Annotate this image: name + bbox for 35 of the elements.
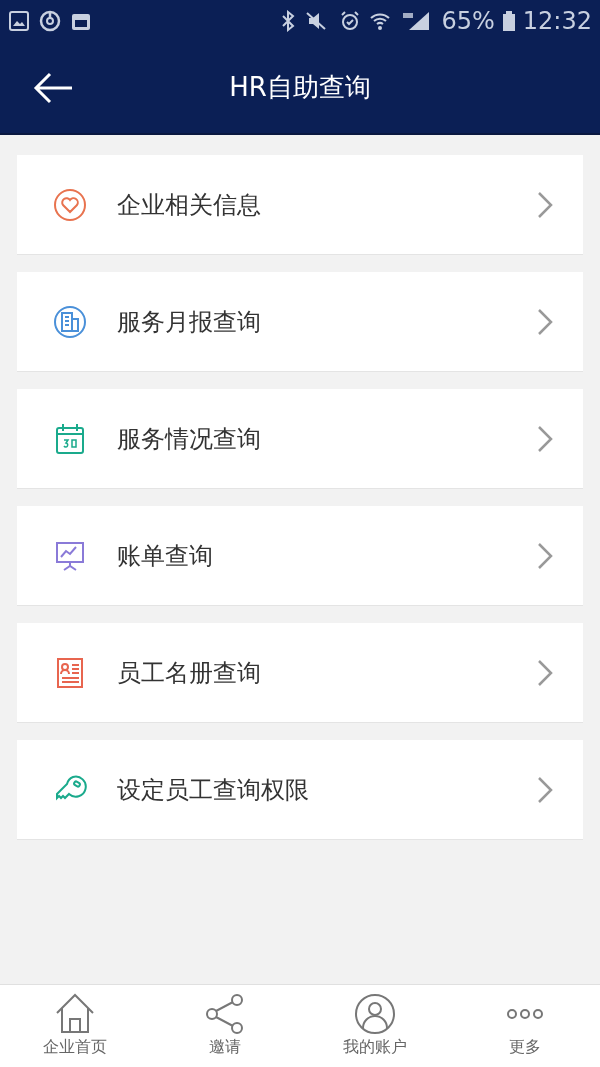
- menu-label: 设定员工查询权限: [117, 774, 310, 806]
- share-icon: [204, 993, 246, 1035]
- menu-item[interactable]: 设定员工查询权限: [17, 740, 583, 840]
- wifi-icon: [369, 10, 392, 32]
- menu-label: 账单查询: [117, 540, 214, 572]
- menu-item[interactable]: 服务情况查询: [17, 389, 583, 489]
- user-icon: [354, 993, 396, 1035]
- menu-label: 服务月报查询: [117, 306, 262, 338]
- power-icon: [38, 9, 62, 33]
- battery-icon: [502, 10, 515, 32]
- page-title: HR自助查询: [229, 71, 371, 104]
- menu-item[interactable]: 服务月报查询: [17, 272, 583, 372]
- menu-item[interactable]: 员工名册查询: [17, 623, 583, 723]
- chevron-right-icon: [537, 307, 553, 336]
- bluetooth-icon: [281, 10, 296, 32]
- menu-label: 服务情况查询: [117, 423, 262, 455]
- tab-item[interactable]: 邀请: [150, 985, 300, 1067]
- back-arrow-icon[interactable]: [32, 72, 74, 104]
- battery-level: 65%: [441, 7, 495, 35]
- image-icon: [8, 10, 30, 32]
- home-icon: [54, 993, 96, 1035]
- menu-label: 企业相关信息: [117, 189, 262, 221]
- tab-item[interactable]: 更多: [450, 985, 600, 1067]
- menu-label: 员工名册查询: [117, 657, 262, 689]
- clock: 12:32: [522, 7, 592, 35]
- chevron-right-icon: [537, 424, 553, 453]
- chevron-right-icon: [537, 190, 553, 219]
- chevron-right-icon: [537, 658, 553, 687]
- tab-item[interactable]: 企业首页: [0, 985, 150, 1067]
- tab-item[interactable]: 我的账户: [300, 985, 450, 1067]
- chevron-right-icon: [537, 775, 553, 804]
- menu-item[interactable]: 企业相关信息: [17, 155, 583, 255]
- menu-item[interactable]: 账单查询: [17, 506, 583, 606]
- more-icon: [506, 1008, 544, 1020]
- chevron-right-icon: [537, 541, 553, 570]
